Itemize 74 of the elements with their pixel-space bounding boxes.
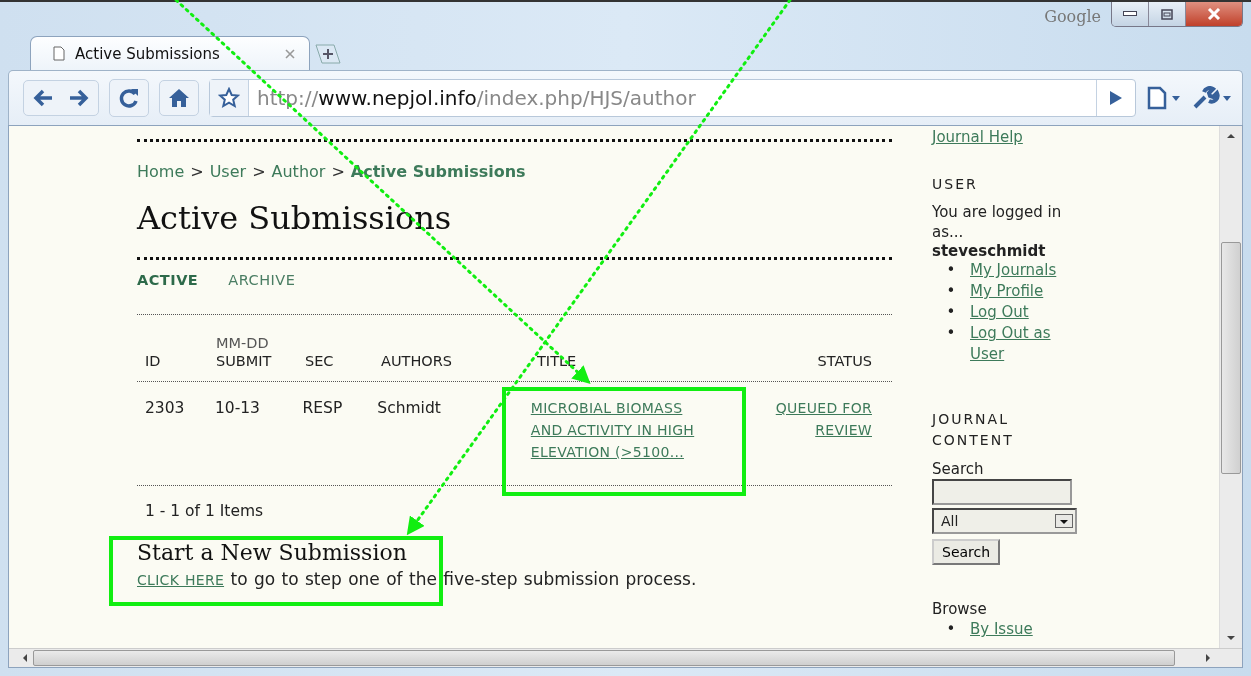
- back-icon[interactable]: [32, 88, 54, 108]
- block-heading: USER: [932, 176, 979, 192]
- page-title: Active Submissions: [137, 199, 453, 237]
- submission-tab[interactable]: ARCHIVE: [228, 272, 296, 288]
- breadcrumb-separator: >: [252, 162, 266, 181]
- vertical-scrollbar[interactable]: [1219, 126, 1242, 648]
- click-here-link[interactable]: CLICK HERE: [137, 572, 225, 588]
- minimize-button[interactable]: [1112, 2, 1149, 26]
- maximize-button[interactable]: [1149, 2, 1186, 26]
- table-cell-text: RESP: [302, 399, 344, 417]
- scroll-left-icon[interactable]: [21, 653, 29, 663]
- user-menu-link[interactable]: My Profile: [970, 281, 1044, 302]
- browse-label: Browse: [932, 599, 988, 619]
- user-menu-link[interactable]: Log Out: [970, 302, 1029, 323]
- wrench-icon[interactable]: [1192, 86, 1232, 110]
- user-menu-link[interactable]: Log Out as User: [970, 323, 1082, 365]
- scrollbar-thumb[interactable]: [33, 650, 1175, 666]
- login-status-text: You are logged in as...: [932, 202, 1063, 242]
- column-header: ID: [145, 353, 162, 369]
- column-header: SUBMIT: [216, 353, 273, 369]
- username: steveschmidt: [932, 242, 1047, 260]
- new-tab-icon[interactable]: [314, 44, 342, 64]
- block-heading: JOURNAL CONTENT: [932, 410, 1015, 450]
- breadcrumb-separator: >: [190, 162, 204, 181]
- bullet: •: [945, 302, 957, 323]
- minimize-icon: [1123, 11, 1137, 17]
- brand-label: Google: [1044, 7, 1101, 26]
- instruction-text: CLICK HERE to go to step one of the five-step submission process.: [137, 569, 698, 591]
- scroll-right-icon[interactable]: [1204, 653, 1212, 663]
- bullet: •: [945, 260, 957, 281]
- column-header: STATUS: [817, 353, 872, 369]
- submission-title-link[interactable]: MICROBIAL BIOMASS AND ACTIVITY IN HIGH ELEVATION (>5100...: [530, 397, 703, 463]
- forward-icon[interactable]: [68, 88, 90, 108]
- pagination-text: 1 - 1 of 1 Items: [145, 502, 265, 520]
- star-icon[interactable]: [218, 87, 240, 109]
- tab-title: Active Submissions: [75, 44, 221, 63]
- breadcrumb-link[interactable]: Home: [137, 162, 185, 181]
- page-menu-icon[interactable]: [1146, 86, 1182, 110]
- close-icon[interactable]: [285, 48, 295, 59]
- submission-tab[interactable]: ACTIVE: [137, 272, 199, 288]
- home-icon[interactable]: [168, 88, 190, 108]
- maximize-icon: [1161, 8, 1173, 20]
- table-cell-text: 10-13: [214, 399, 261, 417]
- breadcrumb-separator: >: [331, 162, 345, 181]
- browse-link[interactable]: By Issue: [970, 619, 1033, 640]
- breadcrumb-link[interactable]: Active Submissions: [350, 162, 526, 181]
- search-button[interactable]: Search: [932, 539, 1001, 565]
- journal-help-link[interactable]: Journal Help: [932, 128, 1023, 146]
- reload-icon[interactable]: [118, 87, 140, 109]
- go-icon[interactable]: [1109, 90, 1123, 106]
- close-icon: [1207, 8, 1221, 20]
- column-header: SEC: [305, 353, 335, 369]
- status-link[interactable]: QUEUED FOR REVIEW: [752, 397, 872, 441]
- page-icon: [53, 46, 65, 61]
- close-window-button[interactable]: [1186, 2, 1242, 26]
- browser-tab[interactable]: Active Submissions: [30, 36, 310, 70]
- bullet: •: [945, 619, 957, 640]
- column-subheader: MM-DD: [216, 335, 270, 351]
- table-cell-text: Schmidt: [377, 399, 442, 417]
- column-header: AUTHORS: [381, 353, 453, 369]
- bullet: •: [945, 281, 957, 302]
- search-field[interactable]: [932, 479, 1072, 505]
- breadcrumb-link[interactable]: User: [209, 162, 247, 181]
- scroll-down-icon[interactable]: [1226, 634, 1236, 642]
- scroll-up-icon[interactable]: [1226, 132, 1236, 140]
- section-heading: Start a New Submission: [137, 540, 408, 565]
- bullet: •: [945, 323, 957, 344]
- horizontal-scrollbar[interactable]: [9, 648, 1242, 667]
- search-label: Search: [932, 459, 985, 479]
- scrollbar-thumb[interactable]: [1221, 242, 1241, 474]
- table-cell-text: 2303: [145, 399, 186, 417]
- breadcrumb-link[interactable]: Author: [271, 162, 326, 181]
- user-menu-link[interactable]: My Journals: [970, 260, 1057, 281]
- search-scope-select[interactable]: All: [932, 508, 1077, 534]
